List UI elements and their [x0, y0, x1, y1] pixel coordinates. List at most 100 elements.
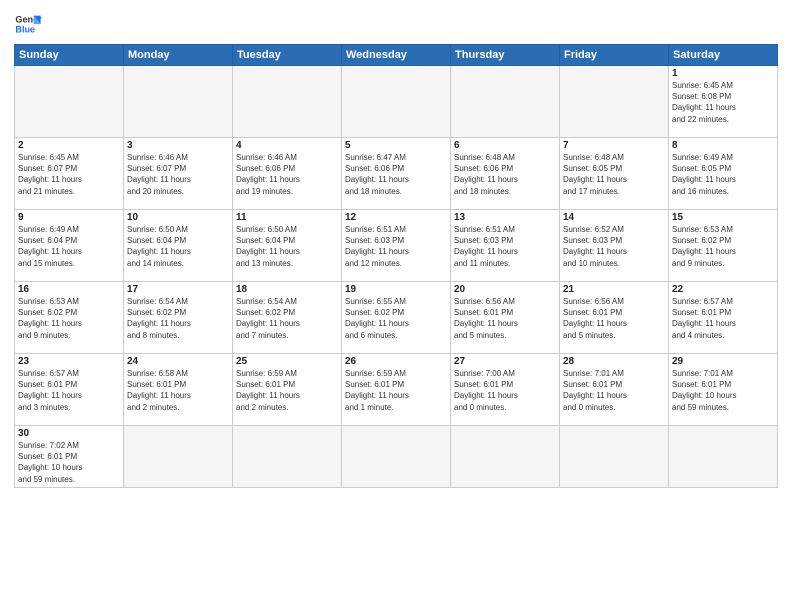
calendar-cell — [451, 426, 560, 488]
calendar-cell — [15, 66, 124, 138]
day-number: 7 — [563, 140, 665, 151]
day-info: Sunrise: 6:56 AMSunset: 6:01 PMDaylight:… — [454, 296, 556, 341]
day-number: 10 — [127, 212, 229, 223]
day-info: Sunrise: 6:49 AMSunset: 6:05 PMDaylight:… — [672, 152, 774, 197]
weekday-header-tuesday: Tuesday — [233, 45, 342, 66]
calendar-cell: 2Sunrise: 6:45 AMSunset: 6:07 PMDaylight… — [15, 138, 124, 210]
calendar-cell: 17Sunrise: 6:54 AMSunset: 6:02 PMDayligh… — [124, 282, 233, 354]
calendar-cell: 26Sunrise: 6:59 AMSunset: 6:01 PMDayligh… — [342, 354, 451, 426]
calendar-cell: 13Sunrise: 6:51 AMSunset: 6:03 PMDayligh… — [451, 210, 560, 282]
day-info: Sunrise: 6:57 AMSunset: 6:01 PMDaylight:… — [672, 296, 774, 341]
calendar-week-4: 16Sunrise: 6:53 AMSunset: 6:02 PMDayligh… — [15, 282, 778, 354]
day-number: 19 — [345, 284, 447, 295]
calendar-cell: 3Sunrise: 6:46 AMSunset: 6:07 PMDaylight… — [124, 138, 233, 210]
calendar-cell — [342, 66, 451, 138]
header: General Blue — [14, 10, 778, 38]
calendar-cell — [669, 426, 778, 488]
calendar-week-5: 23Sunrise: 6:57 AMSunset: 6:01 PMDayligh… — [15, 354, 778, 426]
day-info: Sunrise: 6:56 AMSunset: 6:01 PMDaylight:… — [563, 296, 665, 341]
weekday-header-friday: Friday — [560, 45, 669, 66]
calendar-cell: 16Sunrise: 6:53 AMSunset: 6:02 PMDayligh… — [15, 282, 124, 354]
day-info: Sunrise: 6:46 AMSunset: 6:07 PMDaylight:… — [127, 152, 229, 197]
day-number: 2 — [18, 140, 120, 151]
calendar-week-2: 2Sunrise: 6:45 AMSunset: 6:07 PMDaylight… — [15, 138, 778, 210]
calendar-cell: 4Sunrise: 6:46 AMSunset: 6:06 PMDaylight… — [233, 138, 342, 210]
day-number: 9 — [18, 212, 120, 223]
day-number: 26 — [345, 356, 447, 367]
calendar-cell — [233, 66, 342, 138]
day-info: Sunrise: 6:58 AMSunset: 6:01 PMDaylight:… — [127, 368, 229, 413]
weekday-header-wednesday: Wednesday — [342, 45, 451, 66]
day-number: 5 — [345, 140, 447, 151]
day-info: Sunrise: 6:59 AMSunset: 6:01 PMDaylight:… — [236, 368, 338, 413]
calendar-cell: 1Sunrise: 6:45 AMSunset: 6:08 PMDaylight… — [669, 66, 778, 138]
day-number: 16 — [18, 284, 120, 295]
calendar-cell: 6Sunrise: 6:48 AMSunset: 6:06 PMDaylight… — [451, 138, 560, 210]
day-info: Sunrise: 6:54 AMSunset: 6:02 PMDaylight:… — [236, 296, 338, 341]
day-info: Sunrise: 6:47 AMSunset: 6:06 PMDaylight:… — [345, 152, 447, 197]
calendar-cell — [124, 426, 233, 488]
svg-text:Blue: Blue — [15, 24, 35, 34]
calendar-cell — [560, 426, 669, 488]
day-number: 3 — [127, 140, 229, 151]
calendar-cell — [342, 426, 451, 488]
day-number: 1 — [672, 68, 774, 79]
day-number: 12 — [345, 212, 447, 223]
day-number: 24 — [127, 356, 229, 367]
day-number: 28 — [563, 356, 665, 367]
day-info: Sunrise: 6:59 AMSunset: 6:01 PMDaylight:… — [345, 368, 447, 413]
calendar-cell: 29Sunrise: 7:01 AMSunset: 6:01 PMDayligh… — [669, 354, 778, 426]
day-info: Sunrise: 6:50 AMSunset: 6:04 PMDaylight:… — [127, 224, 229, 269]
day-number: 14 — [563, 212, 665, 223]
day-info: Sunrise: 7:00 AMSunset: 6:01 PMDaylight:… — [454, 368, 556, 413]
calendar-cell — [560, 66, 669, 138]
calendar-cell: 28Sunrise: 7:01 AMSunset: 6:01 PMDayligh… — [560, 354, 669, 426]
day-info: Sunrise: 6:51 AMSunset: 6:03 PMDaylight:… — [454, 224, 556, 269]
day-number: 8 — [672, 140, 774, 151]
day-info: Sunrise: 6:46 AMSunset: 6:06 PMDaylight:… — [236, 152, 338, 197]
calendar-cell: 23Sunrise: 6:57 AMSunset: 6:01 PMDayligh… — [15, 354, 124, 426]
calendar-cell: 25Sunrise: 6:59 AMSunset: 6:01 PMDayligh… — [233, 354, 342, 426]
calendar-cell — [124, 66, 233, 138]
calendar-cell: 22Sunrise: 6:57 AMSunset: 6:01 PMDayligh… — [669, 282, 778, 354]
day-number: 13 — [454, 212, 556, 223]
day-info: Sunrise: 6:57 AMSunset: 6:01 PMDaylight:… — [18, 368, 120, 413]
calendar-cell: 7Sunrise: 6:48 AMSunset: 6:05 PMDaylight… — [560, 138, 669, 210]
calendar-cell: 12Sunrise: 6:51 AMSunset: 6:03 PMDayligh… — [342, 210, 451, 282]
day-number: 30 — [18, 428, 120, 439]
day-info: Sunrise: 7:02 AMSunset: 6:01 PMDaylight:… — [18, 440, 120, 485]
calendar-cell: 19Sunrise: 6:55 AMSunset: 6:02 PMDayligh… — [342, 282, 451, 354]
day-info: Sunrise: 6:53 AMSunset: 6:02 PMDaylight:… — [672, 224, 774, 269]
calendar-cell: 8Sunrise: 6:49 AMSunset: 6:05 PMDaylight… — [669, 138, 778, 210]
day-number: 22 — [672, 284, 774, 295]
calendar-cell: 14Sunrise: 6:52 AMSunset: 6:03 PMDayligh… — [560, 210, 669, 282]
day-info: Sunrise: 6:48 AMSunset: 6:05 PMDaylight:… — [563, 152, 665, 197]
day-info: Sunrise: 6:52 AMSunset: 6:03 PMDaylight:… — [563, 224, 665, 269]
day-info: Sunrise: 6:51 AMSunset: 6:03 PMDaylight:… — [345, 224, 447, 269]
weekday-header-saturday: Saturday — [669, 45, 778, 66]
day-info: Sunrise: 6:53 AMSunset: 6:02 PMDaylight:… — [18, 296, 120, 341]
day-number: 27 — [454, 356, 556, 367]
calendar-week-6: 30Sunrise: 7:02 AMSunset: 6:01 PMDayligh… — [15, 426, 778, 488]
calendar-cell: 9Sunrise: 6:49 AMSunset: 6:04 PMDaylight… — [15, 210, 124, 282]
calendar-week-3: 9Sunrise: 6:49 AMSunset: 6:04 PMDaylight… — [15, 210, 778, 282]
day-info: Sunrise: 6:55 AMSunset: 6:02 PMDaylight:… — [345, 296, 447, 341]
day-number: 4 — [236, 140, 338, 151]
calendar-cell: 27Sunrise: 7:00 AMSunset: 6:01 PMDayligh… — [451, 354, 560, 426]
weekday-header-thursday: Thursday — [451, 45, 560, 66]
day-info: Sunrise: 6:45 AMSunset: 6:08 PMDaylight:… — [672, 80, 774, 125]
calendar-week-1: 1Sunrise: 6:45 AMSunset: 6:08 PMDaylight… — [15, 66, 778, 138]
weekday-header-monday: Monday — [124, 45, 233, 66]
calendar-cell — [451, 66, 560, 138]
calendar-cell: 20Sunrise: 6:56 AMSunset: 6:01 PMDayligh… — [451, 282, 560, 354]
day-info: Sunrise: 6:50 AMSunset: 6:04 PMDaylight:… — [236, 224, 338, 269]
calendar-cell: 18Sunrise: 6:54 AMSunset: 6:02 PMDayligh… — [233, 282, 342, 354]
day-info: Sunrise: 7:01 AMSunset: 6:01 PMDaylight:… — [563, 368, 665, 413]
weekday-header-row: SundayMondayTuesdayWednesdayThursdayFrid… — [15, 45, 778, 66]
calendar-cell: 15Sunrise: 6:53 AMSunset: 6:02 PMDayligh… — [669, 210, 778, 282]
day-number: 6 — [454, 140, 556, 151]
day-number: 20 — [454, 284, 556, 295]
calendar-cell: 30Sunrise: 7:02 AMSunset: 6:01 PMDayligh… — [15, 426, 124, 488]
calendar-cell: 10Sunrise: 6:50 AMSunset: 6:04 PMDayligh… — [124, 210, 233, 282]
day-number: 15 — [672, 212, 774, 223]
